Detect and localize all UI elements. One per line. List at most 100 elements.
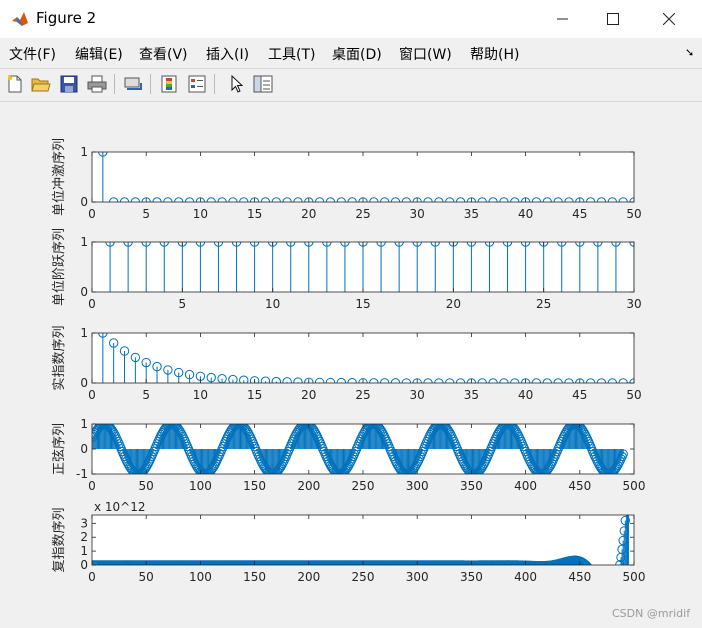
y-tick-label: 3 — [80, 516, 88, 530]
y-axis-label: 实指数序列 — [52, 325, 67, 390]
y-tick-label: 0 — [80, 376, 88, 390]
x-tick-label: 0 — [88, 570, 96, 584]
stem-marker — [609, 587, 617, 595]
x-tick-label: 200 — [297, 479, 320, 493]
x-tick-label: 0 — [88, 207, 96, 221]
x-tick-label: 10 — [193, 388, 208, 402]
stem-marker — [597, 585, 605, 593]
x-tick-label: 100 — [189, 570, 212, 584]
stem-marker — [606, 592, 614, 600]
x-tick-label: 450 — [568, 479, 591, 493]
x-tick-label: 15 — [247, 207, 262, 221]
subplot-2: 0 5 10 15 20 25 30 0 1 单位阶跃序列 — [52, 228, 642, 311]
stem-marker — [596, 583, 604, 591]
x-tick-label: 200 — [297, 570, 320, 584]
y-axis-label: 复指数序列 — [52, 507, 67, 572]
y-tick-label: 0 — [80, 285, 88, 299]
stem-marker — [591, 574, 599, 582]
y-tick-label: 0 — [80, 195, 88, 209]
x-tick-label: 250 — [352, 479, 375, 493]
x-tick-label: 350 — [460, 570, 483, 584]
x-tick-label: 20 — [301, 388, 316, 402]
stem-marker — [592, 576, 600, 584]
stem-marker — [593, 578, 601, 586]
stem-marker — [623, 494, 631, 502]
x-tick-label: 45 — [572, 388, 587, 402]
y-axis-label: 正弦序列 — [51, 423, 67, 475]
y-tick-label: 0 — [80, 442, 88, 456]
x-tick-label: 500 — [623, 479, 646, 493]
x-tick-label: 10 — [265, 297, 280, 311]
subplot-1: 0 5 10 15 20 25 30 35 40 45 50 0 1 单位冲激序列 — [52, 138, 642, 221]
stem-marker — [608, 589, 616, 597]
exponent-label: x 10^12 — [94, 500, 146, 514]
x-tick-label: 35 — [464, 207, 479, 221]
subplot-3: 0 5 10 15 20 25 30 35 40 45 50 0 1 实指数序列 — [52, 325, 642, 402]
x-tick-label: 30 — [626, 297, 641, 311]
x-tick-label: 15 — [355, 297, 370, 311]
x-tick-label: 10 — [193, 207, 208, 221]
x-tick-label: 50 — [626, 388, 641, 402]
x-tick-label: 150 — [243, 479, 266, 493]
stem-marker — [598, 587, 606, 595]
stem-marker — [594, 579, 602, 587]
x-tick-label: 25 — [355, 207, 370, 221]
stem-marker — [605, 592, 613, 600]
axes-background — [92, 515, 634, 565]
y-tick-label: -1 — [76, 467, 88, 481]
y-tick-label: 1 — [80, 544, 88, 558]
stem-marker — [622, 505, 630, 513]
x-tick-label: 45 — [572, 207, 587, 221]
x-tick-label: 500 — [623, 570, 646, 584]
subplot-5: 0 50 100 150 200 250 300 350 400 450 500 0123 x 10^1… — [52, 494, 646, 600]
x-tick-label: 15 — [247, 388, 262, 402]
axes-background — [92, 152, 634, 202]
x-tick-label: 0 — [88, 297, 96, 311]
x-tick-label: 40 — [518, 207, 533, 221]
x-tick-label: 30 — [410, 388, 425, 402]
stem-marker — [603, 592, 611, 600]
x-tick-label: 350 — [460, 479, 483, 493]
x-tick-label: 250 — [352, 570, 375, 584]
y-axis-label: 单位冲激序列 — [52, 138, 67, 216]
stem-marker — [607, 591, 615, 599]
x-tick-label: 35 — [464, 388, 479, 402]
stem-marker — [610, 585, 618, 593]
y-tick-label: 2 — [80, 530, 88, 544]
subplot-4: 0 50 100 150 200 250 300 350 400 450 500-101正弦序列 — [51, 417, 645, 493]
x-tick-label: 100 — [189, 479, 212, 493]
x-tick-label: 450 — [568, 570, 591, 584]
y-tick-label: 0 — [80, 558, 88, 572]
stem-marker — [611, 581, 619, 589]
x-tick-label: 20 — [446, 297, 461, 311]
watermark: CSDN @mridif — [612, 607, 691, 620]
y-tick-label: 1 — [80, 145, 88, 159]
x-tick-label: 150 — [243, 570, 266, 584]
y-tick-label: 1 — [80, 326, 88, 340]
x-tick-label: 0 — [88, 388, 96, 402]
stem-marker — [602, 591, 610, 599]
stem-marker — [595, 581, 603, 589]
x-tick-label: 50 — [626, 207, 641, 221]
stem-marker — [614, 572, 622, 580]
x-tick-label: 5 — [142, 207, 150, 221]
y-tick-label: 1 — [80, 417, 88, 431]
stem-marker — [601, 590, 609, 598]
figure-canvas: 0 5 10 15 20 25 30 35 40 45 5001单位冲激序列0 5 10 15 20 25 30… — [51, 138, 646, 600]
x-tick-label: 20 — [301, 207, 316, 221]
x-tick-label: 50 — [139, 479, 154, 493]
stem-marker — [604, 592, 612, 600]
x-tick-label: 5 — [179, 297, 187, 311]
x-tick-label: 25 — [536, 297, 551, 311]
x-tick-label: 25 — [355, 388, 370, 402]
x-tick-label: 30 — [410, 207, 425, 221]
x-tick-label: 400 — [514, 479, 537, 493]
x-tick-label: 400 — [514, 570, 537, 584]
x-tick-label: 300 — [406, 570, 429, 584]
x-tick-label: 50 — [139, 570, 154, 584]
axes-background — [92, 333, 634, 383]
x-tick-label: 0 — [88, 479, 96, 493]
stem-marker — [599, 588, 607, 596]
x-tick-label: 5 — [142, 388, 150, 402]
stem-marker — [612, 577, 620, 585]
